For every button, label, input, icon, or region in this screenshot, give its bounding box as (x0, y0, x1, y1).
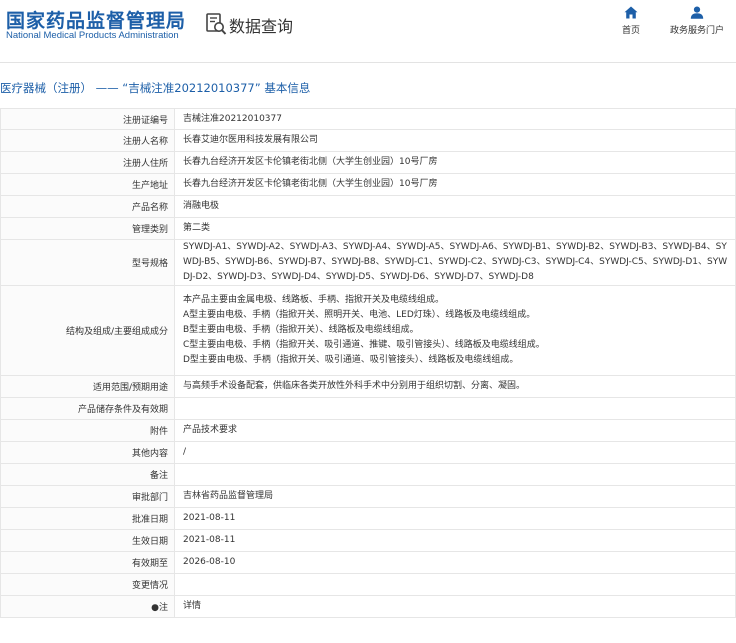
site-logo-chinese[interactable]: 国家药品监督管理局 (6, 6, 186, 33)
info-row-label: 注册人住所 (0, 151, 175, 174)
info-row-value: SYWDJ-A1、SYWDJ-A2、SYWDJ-A3、SYWDJ-A4、SYWD… (174, 239, 736, 286)
info-row-value (174, 463, 736, 486)
info-row-label: 结构及组成/主要组成成分 (0, 285, 175, 376)
info-row: 批准日期 2021-08-11 (0, 507, 736, 530)
info-row: 生产地址 长春九台经济开发区卡伦镇老街北侧（大学生创业园）10号厂房 (0, 173, 736, 196)
info-row-value (174, 397, 736, 420)
info-row: 管理类别 第二类 (0, 217, 736, 240)
info-row-label: 产品储存条件及有效期 (0, 397, 175, 420)
info-row-label: 有效期至 (0, 551, 175, 574)
nav-gov-service-portal[interactable]: 政务服务门户 (664, 6, 730, 36)
info-row: 备注 (0, 463, 736, 486)
info-row-value: / (174, 441, 736, 464)
info-row-label: 适用范围/预期用途 (0, 375, 175, 398)
info-row-label: 注册证编号 (0, 108, 175, 130)
info-row-label: 批准日期 (0, 507, 175, 530)
info-row-value: 长春艾迪尔医用科技发展有限公司 (174, 129, 736, 152)
info-row-value: 与高频手术设备配套，供临床各类开放性外科手术中分别用于组织切割、分离、凝固。 (174, 375, 736, 398)
info-row-label: 管理类别 (0, 217, 175, 240)
info-row-value: 长春九台经济开发区卡伦镇老街北侧（大学生创业园）10号厂房 (174, 173, 736, 196)
info-row-label: ●注 (0, 595, 175, 618)
info-row-label: 审批部门 (0, 485, 175, 508)
home-icon (624, 6, 638, 19)
nav-gov-label: 政务服务门户 (669, 26, 724, 36)
info-row: 产品名称 消融电极 (0, 195, 736, 218)
info-row-value (174, 573, 736, 596)
info-row-label: 生产地址 (0, 173, 175, 196)
nav-home-label: 首页 (621, 26, 640, 36)
info-row-value: 吉林省药品监督管理局 (174, 485, 736, 508)
info-row: 结构及组成/主要组成成分 本产品主要由金属电极、线路板、手柄、指掀开关及电缆线组成… (0, 285, 736, 376)
info-row: 变更情况 (0, 573, 736, 596)
info-row: 附件 产品技术要求 (0, 419, 736, 442)
info-row: 适用范围/预期用途 与高频手术设备配套，供临床各类开放性外科手术中分别用于组织切割… (0, 375, 736, 398)
info-row-label: 生效日期 (0, 529, 175, 552)
document-search-icon (206, 13, 227, 35)
info-row-label: 变更情况 (0, 573, 175, 596)
info-row: 型号规格 SYWDJ-A1、SYWDJ-A2、SYWDJ-A3、SYWDJ-A4、… (0, 239, 736, 286)
info-row-label: 备注 (0, 463, 175, 486)
info-row: 审批部门 吉林省药品监督管理局 (0, 485, 736, 508)
info-row-label: 注册人名称 (0, 129, 175, 152)
info-row-label: 型号规格 (0, 239, 175, 286)
info-row-value: 本产品主要由金属电极、线路板、手柄、指掀开关及电缆线组成。 A型主要由电极、手柄（… (174, 285, 736, 376)
nav-home[interactable]: 首页 (612, 6, 650, 36)
info-row: 有效期至 2026-08-10 (0, 551, 736, 574)
info-row-label: 其他内容 (0, 441, 175, 464)
info-row: 注册证编号 吉械注准20212010377 (0, 108, 736, 130)
page-title: 医疗器械（注册） —— “吉械注准20212010377” 基本信息 (0, 81, 311, 95)
info-row: 注册人住所 长春九台经济开发区卡伦镇老街北侧（大学生创业园）10号厂房 (0, 151, 736, 174)
info-row-value: 2021-08-11 (174, 529, 736, 552)
info-row-value: 产品技术要求 (174, 419, 736, 442)
info-row-value: 2021-08-11 (174, 507, 736, 530)
info-row: ●注 详情 (0, 595, 736, 618)
info-row-value: 第二类 (174, 217, 736, 240)
info-row: 产品储存条件及有效期 (0, 397, 736, 420)
info-row-value: 长春九台经济开发区卡伦镇老街北侧（大学生创业园）10号厂房 (174, 151, 736, 174)
info-row: 生效日期 2021-08-11 (0, 529, 736, 552)
info-row-label: 产品名称 (0, 195, 175, 218)
record-title-bar: 医疗器械（注册） —— “吉械注准20212010377” 基本信息 (0, 62, 736, 108)
site-header: 国家药品监督管理局 National Medical Products Admi… (0, 0, 736, 50)
info-row: 注册人名称 长春艾迪尔医用科技发展有限公司 (0, 129, 736, 152)
info-row-value: 消融电极 (174, 195, 736, 218)
details-link[interactable]: 详情 (174, 595, 736, 618)
info-row-value: 吉械注准20212010377 (174, 108, 736, 130)
site-logo-english[interactable]: National Medical Products Administration (6, 30, 179, 41)
info-row-label: 附件 (0, 419, 175, 442)
device-info-table: 注册证编号 吉械注准20212010377 注册人名称 长春艾迪尔医用科技发展有限公司… (0, 108, 736, 618)
info-row: 其他内容 / (0, 441, 736, 464)
user-icon (690, 6, 704, 19)
info-row-value: 2026-08-10 (174, 551, 736, 574)
data-query-title: 数据查询 (229, 17, 294, 36)
